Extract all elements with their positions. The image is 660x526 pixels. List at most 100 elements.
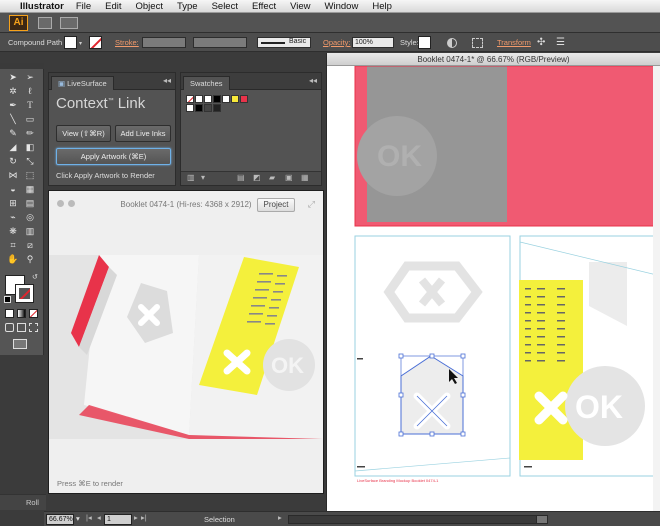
hand-tool-icon[interactable]: ✋	[6, 253, 20, 265]
swatch[interactable]	[204, 104, 212, 112]
line-tool-icon[interactable]: ╲	[6, 113, 20, 125]
horizontal-scroll-thumb[interactable]	[536, 515, 548, 524]
status-mode-text[interactable]: Selection	[204, 515, 235, 524]
swatch[interactable]	[186, 104, 194, 112]
panel-menu-icon[interactable]: ☰	[556, 37, 565, 48]
isolate-icon[interactable]: ✣	[537, 37, 545, 48]
collapsed-panel-label[interactable]: Roll	[0, 494, 46, 510]
collapse-panel-icon[interactable]: ◂◂	[163, 76, 171, 85]
selection-tool-icon[interactable]: ➤	[6, 71, 20, 83]
zoom-level-field[interactable]: 66.67%	[46, 514, 74, 525]
artboard-tool-icon[interactable]: ⌗	[6, 239, 20, 251]
rotate-tool-icon[interactable]: ↻	[6, 155, 20, 167]
none-mode-icon[interactable]	[29, 309, 38, 318]
add-live-inks-button[interactable]: Add Live Inks	[115, 125, 171, 142]
free-transform-tool-icon[interactable]: ⬚	[23, 169, 37, 181]
eyedropper-tool-icon[interactable]: ⌁	[6, 211, 20, 223]
zoom-dropdown-icon[interactable]: ▾	[76, 514, 80, 523]
menu-select[interactable]: Select	[212, 1, 238, 12]
pencil-tool-icon[interactable]: ✏	[23, 127, 37, 139]
opacity-label[interactable]: Opacity:	[323, 38, 351, 47]
swatch-options-icon[interactable]: ▤	[237, 173, 245, 182]
swatch[interactable]	[240, 95, 248, 103]
recolor-artwork-icon[interactable]	[447, 38, 457, 48]
stroke-weight-field[interactable]	[142, 37, 186, 48]
draw-inside-icon[interactable]	[29, 323, 38, 332]
delete-swatch-icon[interactable]: ▦	[301, 173, 309, 182]
expand-icon[interactable]: ⤢	[308, 199, 315, 210]
blend-tool-icon[interactable]: ◎	[23, 211, 37, 223]
brush-definition-field[interactable]: Basic	[257, 37, 311, 48]
swap-fill-stroke-icon[interactable]: ↺	[32, 273, 38, 281]
screen-mode-icon[interactable]	[13, 339, 27, 349]
paintbrush-tool-icon[interactable]: ✎	[6, 127, 20, 139]
color-mode-icon[interactable]	[5, 309, 14, 318]
eraser-tool-icon[interactable]: ◧	[23, 141, 37, 153]
status-menu-icon[interactable]: ▸	[278, 513, 282, 522]
lasso-tool-icon[interactable]: ℓ	[23, 85, 37, 97]
artboard-number-field[interactable]: 1	[104, 514, 132, 525]
view-button[interactable]: View (⇧⌘R)	[56, 125, 111, 142]
blob-brush-tool-icon[interactable]: ◢	[6, 141, 20, 153]
shape-builder-tool-icon[interactable]: ◒	[6, 183, 20, 195]
project-button[interactable]: Project	[257, 198, 295, 212]
stroke-swatch[interactable]	[15, 284, 34, 303]
align-to-icon[interactable]	[472, 38, 483, 48]
gradient-tool-icon[interactable]: ▤	[23, 197, 37, 209]
width-tool-icon[interactable]: ⋈	[6, 169, 20, 181]
swatch[interactable]	[213, 95, 221, 103]
column-graph-tool-icon[interactable]: ▥	[23, 225, 37, 237]
menu-effect[interactable]: Effect	[252, 1, 276, 12]
slice-tool-icon[interactable]: ⧄	[23, 239, 37, 251]
magic-wand-tool-icon[interactable]: ✲	[6, 85, 20, 97]
menu-file[interactable]: File	[76, 1, 91, 12]
draw-normal-icon[interactable]	[5, 323, 14, 332]
menu-edit[interactable]: Edit	[105, 1, 121, 12]
artboard-canvas[interactable]: OK OK LiveSurface Branding Mockup Bookle…	[327, 66, 660, 511]
fill-color-box[interactable]	[64, 36, 77, 49]
default-colors-icon[interactable]	[4, 296, 11, 303]
collapse-panel-icon[interactable]: ◂◂	[309, 76, 317, 85]
arrange-documents-icon[interactable]	[60, 17, 78, 29]
new-swatch-icon[interactable]: ▣	[285, 173, 293, 182]
pen-tool-icon[interactable]: ✒	[6, 99, 20, 111]
mesh-tool-icon[interactable]: ⊞	[6, 197, 20, 209]
horizontal-scrollbar[interactable]	[288, 515, 538, 524]
variable-width-field[interactable]	[193, 37, 247, 48]
menu-object[interactable]: Object	[136, 1, 163, 12]
bridge-icon[interactable]	[38, 17, 52, 29]
opacity-input[interactable]: 100%	[352, 37, 394, 48]
menu-type[interactable]: Type	[177, 1, 198, 12]
next-artboard-icon[interactable]: ▸	[134, 513, 138, 522]
swatch-none[interactable]	[186, 95, 194, 103]
last-artboard-icon[interactable]: ▸|	[141, 513, 147, 522]
gradient-mode-icon[interactable]	[17, 309, 26, 318]
graphic-style-box[interactable]	[418, 36, 431, 49]
swatch[interactable]	[213, 104, 221, 112]
swatch-libraries-icon[interactable]: ▥	[187, 173, 195, 182]
chevron-down-icon[interactable]: ▾	[79, 40, 82, 47]
menu-help[interactable]: Help	[372, 1, 392, 12]
show-kinds-icon[interactable]: ▾	[201, 173, 205, 182]
swatch[interactable]	[231, 95, 239, 103]
perspective-grid-tool-icon[interactable]: ▦	[23, 183, 37, 195]
tab-livesurface[interactable]: ▣ LiveSurface	[51, 76, 114, 90]
tab-swatches[interactable]: Swatches	[183, 76, 230, 90]
new-color-group-icon[interactable]: ▰	[269, 173, 275, 182]
direct-selection-tool-icon[interactable]: ➢	[23, 71, 37, 83]
scale-tool-icon[interactable]: ⤡	[23, 155, 37, 167]
stroke-color-box[interactable]	[89, 36, 102, 49]
draw-behind-icon[interactable]	[17, 323, 26, 332]
type-tool-icon[interactable]: T	[23, 99, 37, 111]
symbol-sprayer-tool-icon[interactable]: ❋	[6, 225, 20, 237]
swatch[interactable]	[222, 95, 230, 103]
color-group-icon[interactable]: ◩	[253, 173, 261, 182]
rectangle-tool-icon[interactable]: ▭	[23, 113, 37, 125]
swatch[interactable]	[204, 95, 212, 103]
swatch-registration[interactable]	[195, 95, 203, 103]
menu-app-name[interactable]: Illustrator	[20, 1, 64, 12]
transform-label[interactable]: Transform	[497, 38, 531, 47]
stroke-label[interactable]: Stroke:	[115, 38, 139, 47]
zoom-tool-icon[interactable]: ⚲	[23, 253, 37, 265]
swatch[interactable]	[195, 104, 203, 112]
